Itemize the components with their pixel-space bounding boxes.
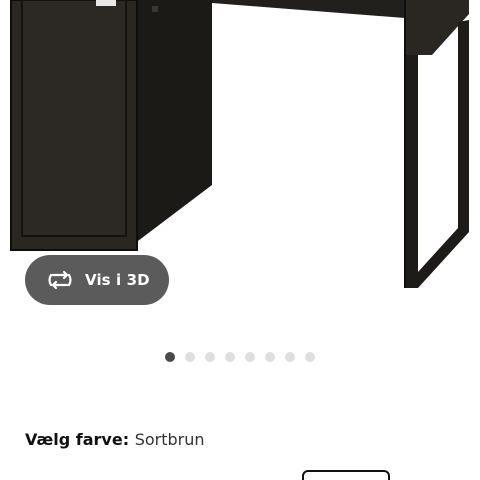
view-3d-button[interactable]: Vis i 3D xyxy=(25,255,169,305)
rotate-3d-icon xyxy=(47,269,73,291)
color-value: Sortbrun xyxy=(134,430,205,449)
carousel-dot-8[interactable] xyxy=(305,352,315,362)
cabinet-notch xyxy=(96,0,116,6)
carousel-dot-7[interactable] xyxy=(285,352,295,362)
color-swatch-selected[interactable] xyxy=(302,470,390,480)
desktop-apron xyxy=(212,0,405,18)
carousel-dot-5[interactable] xyxy=(245,352,255,362)
desk-leg-frame xyxy=(405,20,469,288)
image-carousel-dots xyxy=(165,352,315,362)
carousel-dot-2[interactable] xyxy=(185,352,195,362)
color-selection: Vælg farve: Sortbrun xyxy=(25,430,205,449)
carousel-dot-1[interactable] xyxy=(165,352,175,362)
carousel-dot-6[interactable] xyxy=(265,352,275,362)
product-page: Vis i 3D Vælg farve: Sortbrun xyxy=(0,0,480,480)
view-3d-label: Vis i 3D xyxy=(85,271,150,289)
carousel-dot-3[interactable] xyxy=(205,352,215,362)
cabinet-door xyxy=(21,0,127,237)
carousel-dot-4[interactable] xyxy=(225,352,235,362)
product-image[interactable]: Vis i 3D xyxy=(0,0,480,340)
cabinet-side xyxy=(126,0,212,250)
color-label: Vælg farve: xyxy=(25,430,135,449)
cabinet-hole xyxy=(152,6,158,12)
